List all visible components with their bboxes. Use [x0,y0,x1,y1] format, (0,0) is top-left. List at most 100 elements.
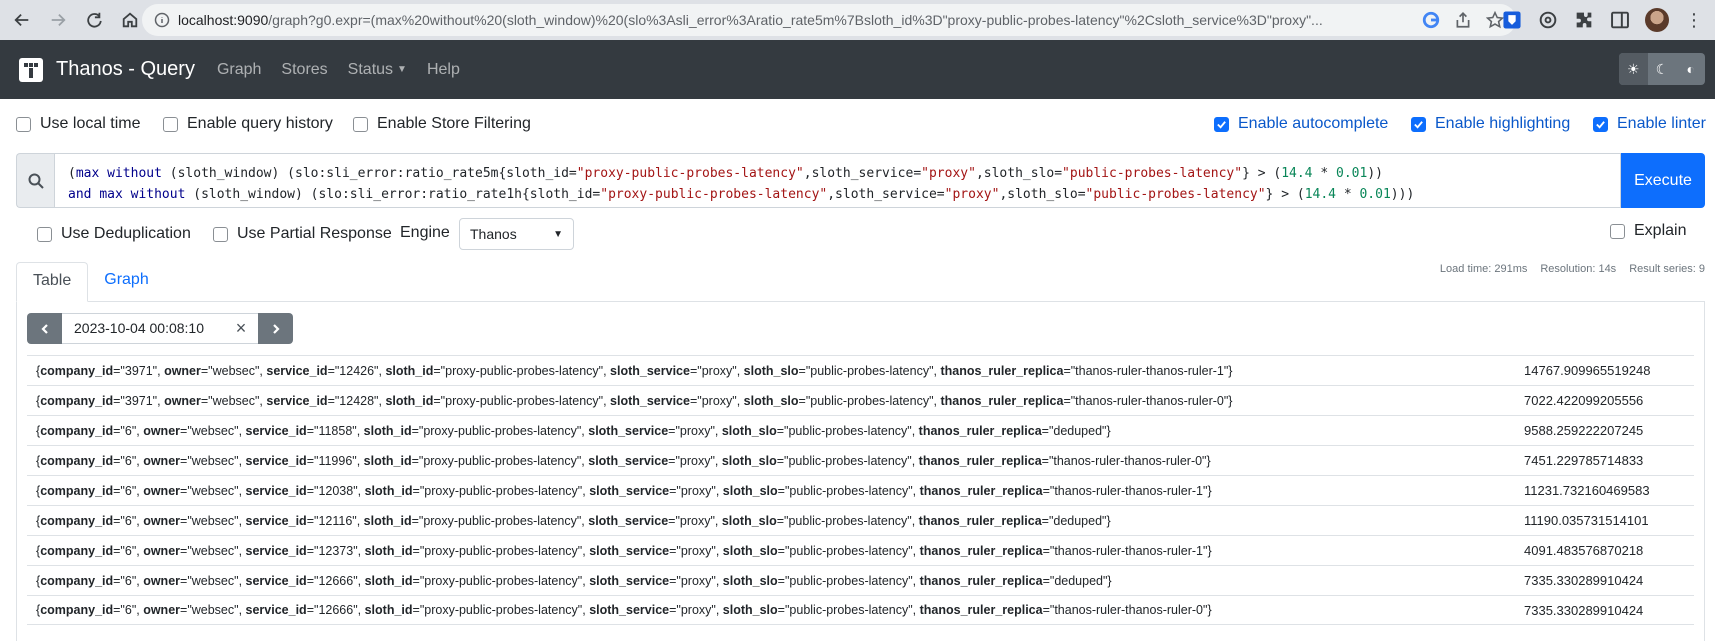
home-icon[interactable] [116,6,144,34]
engine-select[interactable]: Thanos ▼ [459,218,574,250]
caret-down-icon: ▼ [397,63,407,75]
series-labels: {company_id="6", owner="websec", service… [36,543,1212,558]
result-tabs: Table Graph [16,262,165,302]
label-name: sloth_service [589,603,670,617]
label-name: sloth_slo [743,363,799,378]
light-theme-icon[interactable]: ☀ [1619,53,1648,85]
table-row: {company_id="6", owner="websec", service… [27,415,1694,445]
series-labels: {company_id="3971", owner="websec", serv… [36,393,1233,408]
brand-title: Thanos - Query [56,58,195,80]
share-icon[interactable] [1454,11,1472,29]
back-icon[interactable] [8,6,36,34]
table-row: {company_id="6", owner="websec", service… [27,565,1694,595]
engine-label: Engine [400,224,450,241]
enable-store-filtering-checkbox[interactable]: Enable Store Filtering [353,115,531,133]
nav-graph[interactable]: Graph [217,61,261,79]
label-name: company_id [40,603,114,617]
extensions-puzzle-icon[interactable] [1573,9,1595,31]
label-name: sloth_id [363,453,412,468]
thanos-logo-icon [19,57,43,82]
search-icon [16,153,54,208]
query-expression-input[interactable]: (max without (sloth_window) (slo:sli_err… [54,153,1621,208]
chevron-right-icon[interactable] [258,313,293,344]
chevron-left-icon[interactable] [27,313,62,344]
series-labels: {company_id="3971", owner="websec", serv… [36,363,1233,378]
enable-autocomplete-label: Enable autocomplete [1238,115,1389,132]
chevron-down-icon: ▼ [553,228,563,240]
browser-toolbar: localhost:9090/graph?g0.expr=(max%20with… [0,0,1715,40]
table-row: {company_id="6", owner="websec", service… [27,595,1694,625]
forward-icon[interactable] [44,6,72,34]
options-row: Use local time Enable query history Enab… [0,99,1715,148]
enable-highlighting-checkbox[interactable]: Enable highlighting [1411,115,1570,133]
label-name: thanos_ruler_replica [918,513,1042,528]
tab-graph[interactable]: Graph [88,262,164,302]
table-row: {company_id="6", owner="websec", service… [27,535,1694,565]
browser-menu-icon[interactable]: ⋮ [1683,9,1705,31]
nav-status[interactable]: Status ▼ [348,61,407,79]
use-partial-response-checkbox[interactable]: Use Partial Response [213,225,392,243]
nav-help[interactable]: Help [427,61,460,79]
label-name: service_id [245,603,307,617]
engine-select-value: Thanos [470,226,517,242]
label-name: sloth_id [364,603,413,617]
label-name: sloth_slo [721,453,777,468]
label-name: sloth_slo [743,393,799,408]
dark-theme-icon[interactable]: ☾ [1648,53,1677,85]
label-name: sloth_service [589,483,670,498]
execute-button[interactable]: Execute [1621,153,1705,208]
label-name: sloth_service [589,573,670,588]
label-name: owner [143,573,181,588]
checkbox-box [16,116,31,132]
series-value: 4091.483576870218 [1524,543,1644,558]
label-name: sloth_id [385,393,434,408]
profile-avatar[interactable] [1645,8,1669,32]
label-name: sloth_service [589,543,670,558]
label-name: owner [143,543,181,558]
query-line-2: and max without (sloth_window) (slo:sli_… [68,187,1415,202]
info-icon[interactable] [154,12,170,28]
side-panel-icon[interactable] [1609,9,1631,31]
explain-checkbox[interactable]: Explain [1610,222,1686,240]
enable-linter-checkbox[interactable]: Enable linter [1593,115,1706,133]
use-deduplication-checkbox[interactable]: Use Deduplication [37,225,191,243]
label-name: thanos_ruler_replica [918,423,1042,438]
label-name: thanos_ruler_replica [940,393,1064,408]
checkbox-box [37,226,52,242]
checkbox-box [163,116,178,132]
enable-autocomplete-checkbox[interactable]: Enable autocomplete [1214,115,1388,133]
theme-toggle: ☀ ☾ ◐ [1619,53,1705,85]
google-icon[interactable] [1422,11,1440,29]
resolution: Resolution: 14s [1540,263,1617,275]
table-row: {company_id="6", owner="websec", service… [27,475,1694,505]
eval-time-input[interactable]: 2023-10-04 00:08:10 [62,313,224,344]
address-bar[interactable]: localhost:9090/graph?g0.expr=(max%20with… [142,4,1516,36]
label-name: company_id [40,363,114,378]
query-bar: (max without (sloth_window) (slo:sli_err… [16,153,1705,208]
extension-proxy-icon[interactable] [1537,9,1559,31]
label-name: owner [143,603,181,617]
label-name: sloth_service [588,423,669,438]
brand[interactable]: Thanos - Query [18,57,195,83]
series-labels: {company_id="6", owner="websec", service… [36,603,1212,617]
nav-stores[interactable]: Stores [281,61,327,79]
result-series: Result series: 9 [1629,263,1705,275]
label-name: sloth_slo [722,603,778,617]
series-labels: {company_id="6", owner="websec", service… [36,573,1112,588]
extension-bitwarden-icon[interactable] [1501,9,1523,31]
auto-theme-icon[interactable]: ◐ [1676,53,1705,85]
label-name: owner [164,393,201,408]
use-local-time-checkbox[interactable]: Use local time [16,115,140,133]
enable-query-history-checkbox[interactable]: Enable query history [163,115,333,133]
enable-store-filtering-label: Enable Store Filtering [377,115,531,132]
use-local-time-label: Use local time [40,115,141,132]
checkbox-checked [1411,116,1426,132]
label-name: service_id [266,363,328,378]
url-host: localhost:9090 [178,12,269,28]
label-name: service_id [245,453,307,468]
label-name: company_id [40,393,114,408]
clear-time-icon[interactable]: × [224,313,258,344]
reload-icon[interactable] [80,6,108,34]
label-name: thanos_ruler_replica [919,573,1043,588]
tab-table[interactable]: Table [16,262,89,302]
